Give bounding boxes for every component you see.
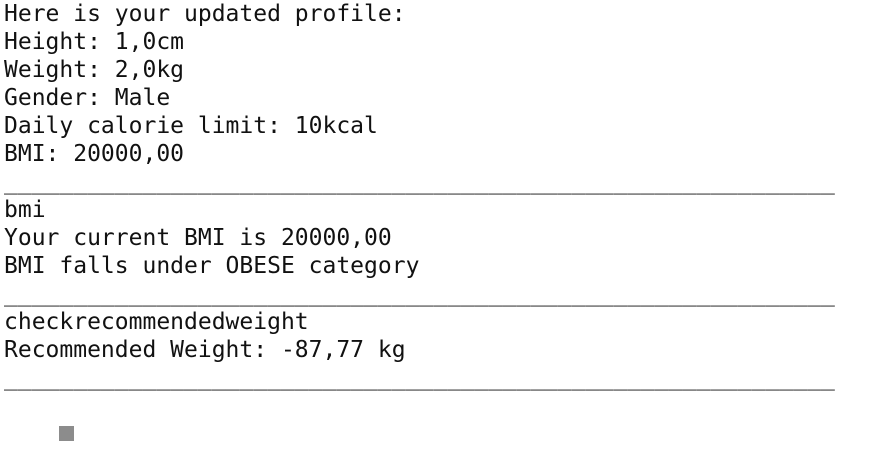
profile-gender: Gender: Male (4, 85, 171, 111)
recommend-command: checkrecommendedweight (4, 309, 309, 335)
separator-line: ________________________________________… (4, 169, 835, 195)
bmi-current: Your current BMI is 20000,00 (4, 225, 392, 251)
profile-bmi: BMI: 20000,00 (4, 141, 185, 167)
separator-line: ________________________________________… (4, 365, 835, 391)
text-cursor (59, 426, 75, 441)
profile-header: Here is your updated profile: (4, 1, 406, 27)
bmi-category: BMI falls under OBESE category (4, 253, 420, 279)
profile-weight: Weight: 2,0kg (4, 57, 185, 83)
recommend-result: Recommended Weight: -87,77 kg (4, 337, 406, 363)
profile-height: Height: 1,0cm (4, 29, 185, 55)
bmi-command: bmi (4, 197, 46, 223)
separator-line: ________________________________________… (4, 281, 835, 307)
terminal-output: Here is your updated profile: Height: 1,… (4, 0, 870, 441)
input-prompt[interactable] (4, 392, 870, 441)
profile-calorie-limit: Daily calorie limit: 10kcal (4, 113, 378, 139)
